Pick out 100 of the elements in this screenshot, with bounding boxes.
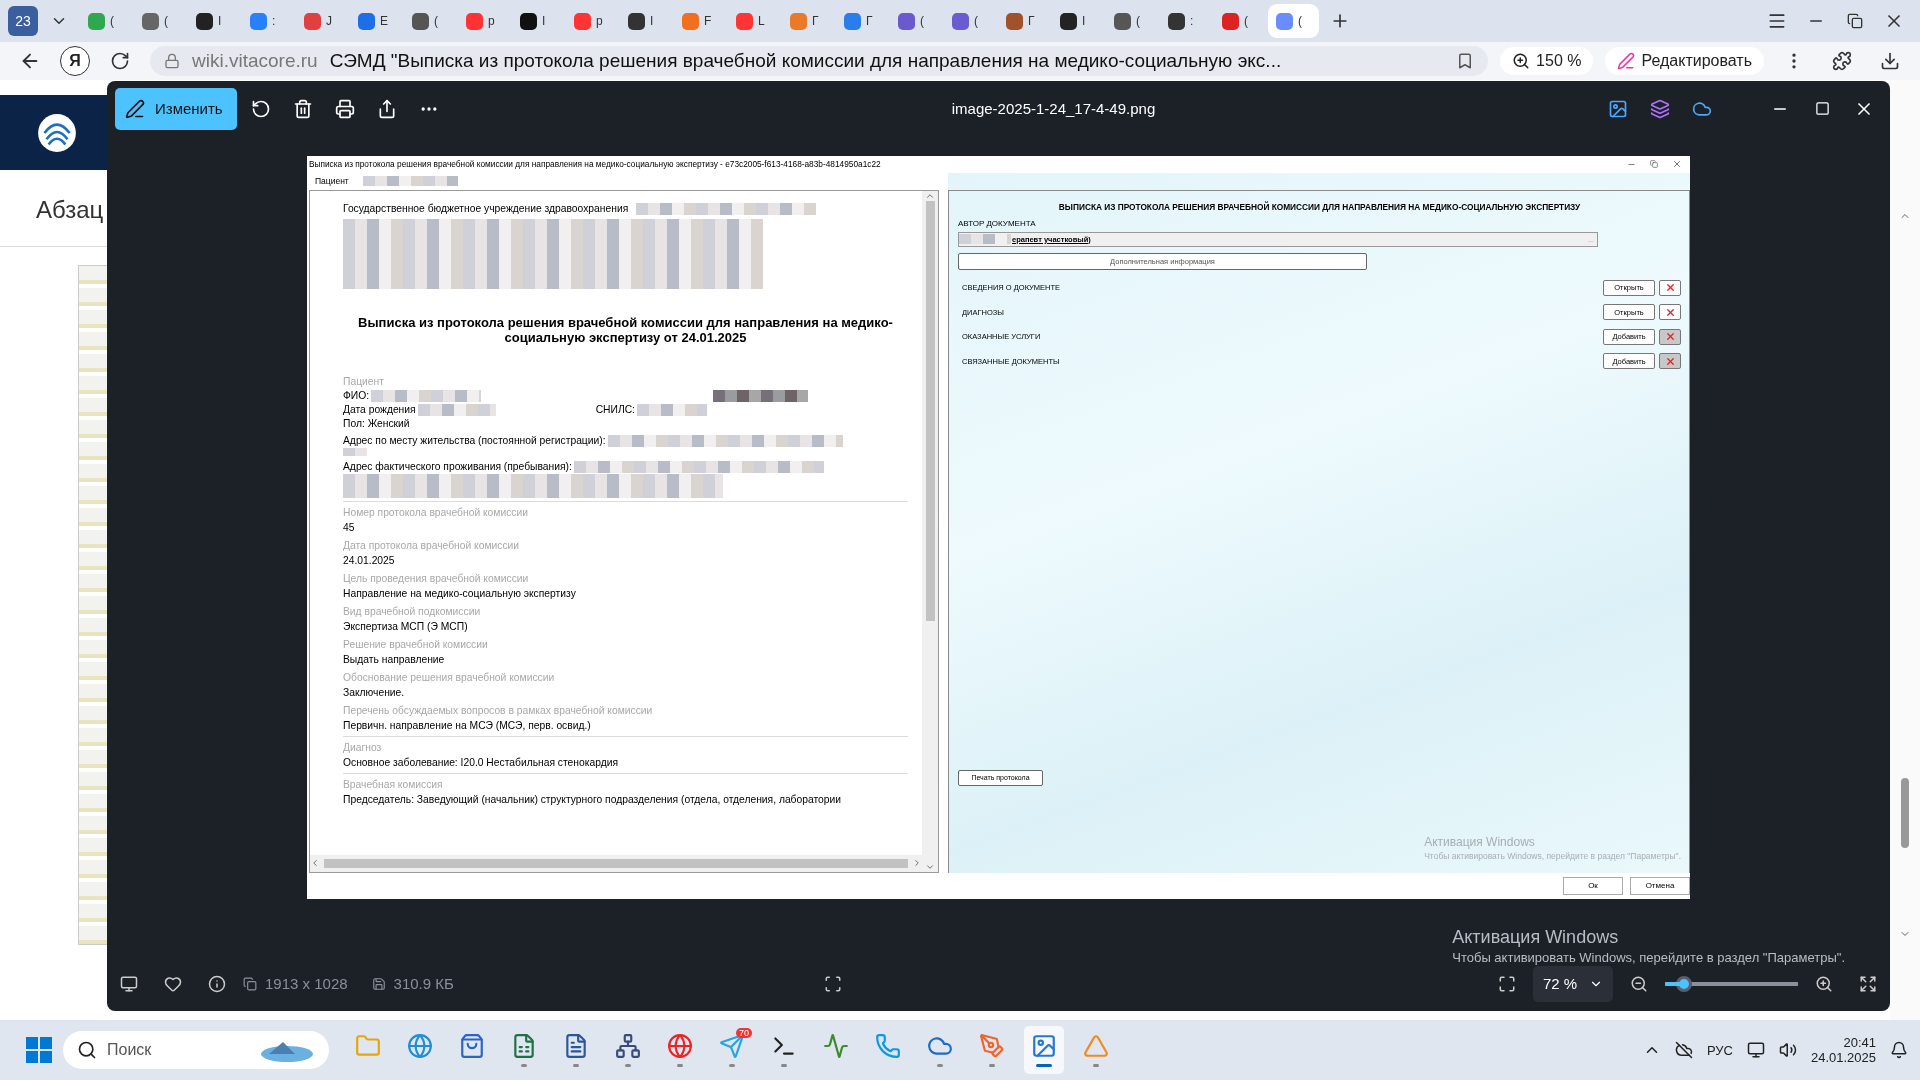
bell-icon[interactable] — [1890, 1041, 1908, 1059]
monitor-icon[interactable] — [1746, 1041, 1765, 1059]
browser-tab[interactable]: E — [350, 4, 401, 38]
globe-icon — [667, 1033, 693, 1059]
edit-image-button[interactable]: Изменить — [115, 87, 237, 130]
zoom-in-icon — [1512, 52, 1531, 70]
scrollbar[interactable] — [1890, 80, 1920, 1020]
chart-icon — [823, 1033, 849, 1059]
browser-tab[interactable]: : — [1160, 4, 1211, 38]
spreadsheet-icon — [511, 1033, 537, 1059]
browser-tab[interactable]: р — [566, 4, 617, 38]
horizontal-scrollbar[interactable] — [310, 854, 922, 872]
browser-tab[interactable]: ( — [134, 4, 185, 38]
taskbar-app-button[interactable] — [1024, 1026, 1064, 1074]
delete-button[interactable] — [1659, 304, 1681, 321]
browser-tab[interactable]: ( — [1214, 4, 1265, 38]
browser-tab[interactable]: ( — [1106, 4, 1157, 38]
field-label: Цель проведения врачебной комиссии — [343, 571, 529, 586]
sex-text: Пол: Женский — [343, 418, 410, 429]
field-value: 45 — [343, 520, 355, 535]
dimensions-icon — [243, 976, 257, 991]
scrollbar-thumb[interactable] — [1901, 778, 1909, 848]
close-icon — [1664, 355, 1676, 367]
browser-tab[interactable]: ( — [404, 4, 455, 38]
browser-tab[interactable]: L — [728, 4, 779, 38]
folder-icon — [355, 1033, 381, 1059]
author-label: АВТОР ДОКУМЕНТА — [958, 218, 1037, 228]
page-heading: Абзац — [36, 196, 104, 224]
pen-icon — [125, 98, 145, 119]
close-icon[interactable] — [1672, 159, 1682, 169]
address-bar[interactable]: wiki.vitacore.ru СЭМД "Выписка из протокола решения врачебной комиссии для направления на медико-социальную экс... — [150, 46, 1489, 76]
clock[interactable]: 20:41 24.01.2025 — [1810, 1035, 1876, 1065]
redacted-block — [636, 403, 707, 416]
dialog-button[interactable]: Отмена — [1630, 876, 1690, 895]
browser-tab[interactable]: I — [1052, 4, 1103, 38]
lock-icon — [164, 53, 180, 69]
tab-count-badge[interactable]: 23 — [8, 6, 38, 36]
image-icon — [1031, 1033, 1057, 1059]
file-size: 310.9 КБ — [393, 975, 454, 992]
zoom-dropdown[interactable]: 72 % — [1533, 965, 1613, 1002]
volume-icon[interactable] — [1778, 1041, 1797, 1059]
activation-text: Чтобы активировать Windows, перейдите в раздел "Параметры". — [1452, 950, 1845, 965]
phone-icon — [875, 1033, 901, 1059]
field-label: Адрес по месту жительства (постоянной регистрации): — [343, 435, 606, 446]
site-address: wiki.vitacore.ru — [192, 50, 318, 72]
browser-tab[interactable]: J — [296, 4, 347, 38]
activation-text: Чтобы активировать Windows, перейдите в раздел "Параметры". — [1424, 850, 1681, 861]
network-icon — [615, 1033, 641, 1059]
browser-tab[interactable]: ( — [1268, 4, 1319, 38]
browser-tab[interactable]: F — [674, 4, 725, 38]
field-label: Решение врачебной комиссии — [343, 637, 488, 652]
delete-button[interactable] — [1659, 279, 1681, 296]
browser-tab[interactable]: : — [242, 4, 293, 38]
scroll-right-icon[interactable] — [912, 858, 922, 868]
browser-tab[interactable]: I — [188, 4, 239, 38]
edit-page-button[interactable]: Редактировать — [1605, 47, 1764, 75]
browser-tab[interactable]: I — [620, 4, 671, 38]
browser-tab[interactable]: ( — [944, 4, 995, 38]
file-size-icon — [371, 976, 386, 991]
browser-tab[interactable]: Г — [782, 4, 833, 38]
pen-icon — [1617, 52, 1636, 70]
zoom-button[interactable]: 150 % — [1500, 47, 1594, 75]
activation-title: Активация Windows — [1452, 927, 1619, 948]
browser-tab[interactable]: ( — [890, 4, 941, 38]
activation-title: Активация Windows — [1424, 834, 1535, 849]
close-icon — [1664, 331, 1676, 343]
cloud-off-icon[interactable] — [1674, 1041, 1693, 1059]
redacted-block — [343, 447, 367, 456]
page-title: СЭМД "Выписка из протокола решения врачебной комиссии для направления на медико-социальную экс... — [329, 50, 1283, 72]
field-label: ФИО: — [343, 390, 370, 401]
search-field[interactable]: Поиск — [63, 1031, 329, 1069]
browser-tab[interactable]: Г — [998, 4, 1049, 38]
field-label: Вид врачебной подкомиссии — [343, 604, 481, 619]
field-label: Адрес фактического проживания (пребывания): — [343, 461, 572, 472]
document-icon — [563, 1033, 589, 1059]
dialog-title: Выписка из протокола решения врачебной комиссии для направления на медико-социальную экспертизу - e73c2005-f613-4168-a83b-4814950a1c22 — [309, 159, 882, 169]
language-indicator[interactable]: РУС — [1706, 1042, 1733, 1058]
patient-tab[interactable]: Пациент — [315, 176, 349, 186]
close-icon — [1664, 282, 1676, 294]
scroll-left-icon[interactable] — [310, 858, 320, 868]
browser-tab[interactable]: Г — [836, 4, 887, 38]
field-value: Заключение. — [343, 685, 405, 700]
taskbar-app-button[interactable]: 70 — [712, 1026, 752, 1074]
browser-tab[interactable]: р — [458, 4, 509, 38]
home-button[interactable]: Я — [60, 46, 90, 76]
document-heading: Выписка из протокола решения врачебной комиссии для направления на медико-социальную экспертизу от 24.01.2025 — [357, 314, 894, 345]
field-label: СНИЛС: — [595, 404, 635, 415]
field-value: Выдать направление — [343, 652, 445, 667]
field-value: Основное заболевание: I20.0 Нестабильная стенокардия — [343, 755, 619, 770]
dialog-button[interactable]: Ок — [1563, 876, 1623, 895]
browser-tab[interactable]: ( — [80, 4, 131, 38]
start-icon[interactable] — [26, 1037, 52, 1063]
browser-tab[interactable]: I — [512, 4, 563, 38]
shopping-bag-icon — [459, 1033, 485, 1059]
organization-text: Государственное бюджетное учреждение здравоохранения — [343, 203, 629, 214]
field-value: Направление на медико-социальную экспертизу — [343, 586, 576, 601]
field-value: 24.01.2025 — [343, 553, 395, 568]
file-name: image-2025-1-24_17-4-49.png — [950, 100, 1157, 117]
redacted-block — [959, 234, 1011, 244]
vertical-scrollbar[interactable] — [922, 190, 938, 872]
